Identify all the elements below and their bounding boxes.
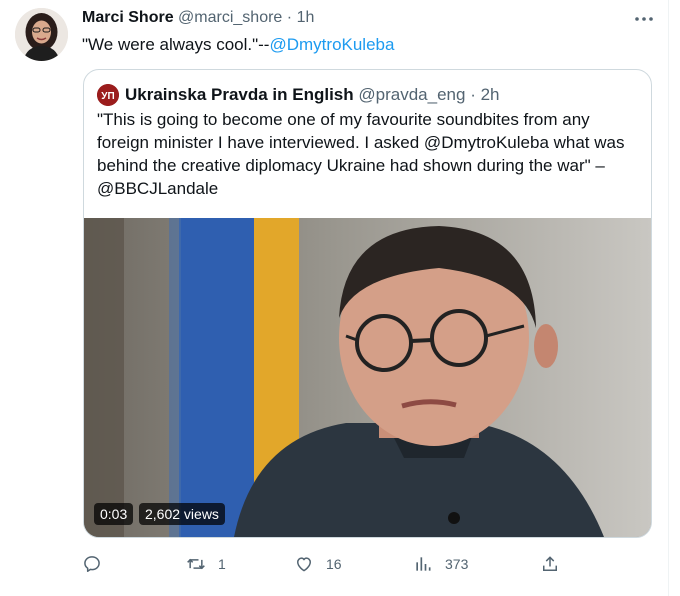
quoted-header: Ukrainska Pravda in English @pravda_eng … — [125, 84, 500, 106]
analytics-icon — [416, 557, 431, 571]
more-options-icon[interactable] — [632, 10, 656, 28]
share-button[interactable] — [540, 550, 560, 578]
reply-button[interactable] — [82, 550, 114, 578]
separator-dot: · — [286, 9, 293, 26]
tweet-text: "We were always cool."--@DmytroKuleba — [82, 34, 394, 56]
quoted-tweet[interactable]: УП Ukrainska Pravda in English @pravda_e… — [83, 69, 652, 538]
views-count: 373 — [445, 556, 469, 572]
quoted-avatar[interactable]: УП — [97, 84, 119, 106]
views-button[interactable]: 373 — [413, 550, 468, 578]
quoted-text-line: foreign minister I have interviewed. I a… — [97, 133, 625, 152]
quoted-text-line: @BBCJLandale — [97, 179, 219, 198]
timeline-divider — [668, 0, 669, 596]
quoted-time[interactable]: 2h — [481, 85, 500, 104]
quoted-handle[interactable]: @pravda_eng — [358, 85, 465, 104]
quoted-text: "This is going to become one of my favou… — [97, 108, 642, 200]
quoted-author-name[interactable]: Ukrainska Pravda in English — [125, 85, 354, 104]
author-name[interactable]: Marci Shore — [82, 9, 174, 26]
tweet-header: Marci Shore @marci_shore · 1h — [82, 8, 314, 28]
avatar[interactable] — [15, 8, 68, 61]
retweet-count: 1 — [218, 556, 226, 572]
quoted-text-line: behind the creative diplomacy Ukraine ha… — [97, 156, 605, 175]
video-player[interactable]: 0:03 2,602 views — [84, 218, 651, 537]
retweet-icon — [187, 558, 205, 570]
video-thumbnail — [84, 218, 651, 537]
tweet-time[interactable]: 1h — [297, 9, 315, 26]
reply-icon — [84, 556, 100, 572]
quoted-logo-text: УП — [101, 91, 114, 102]
mention-link[interactable]: @DmytroKuleba — [269, 35, 394, 54]
quoted-text-line: "This is going to become one of my favou… — [97, 110, 590, 129]
quoted-separator: · — [470, 85, 476, 104]
heart-icon — [297, 557, 311, 572]
tweet-text-body: "We were always cool."-- — [82, 35, 270, 54]
like-button[interactable]: 16 — [294, 550, 342, 578]
like-count: 16 — [326, 556, 342, 572]
author-handle[interactable]: @marci_shore — [178, 9, 282, 26]
video-duration-badge: 0:03 — [94, 503, 134, 525]
retweet-button[interactable]: 1 — [186, 550, 226, 578]
share-icon — [543, 556, 557, 571]
tweet-actions: 1 16 373 — [82, 550, 572, 580]
video-views-badge: 2,602 views — [139, 503, 225, 525]
